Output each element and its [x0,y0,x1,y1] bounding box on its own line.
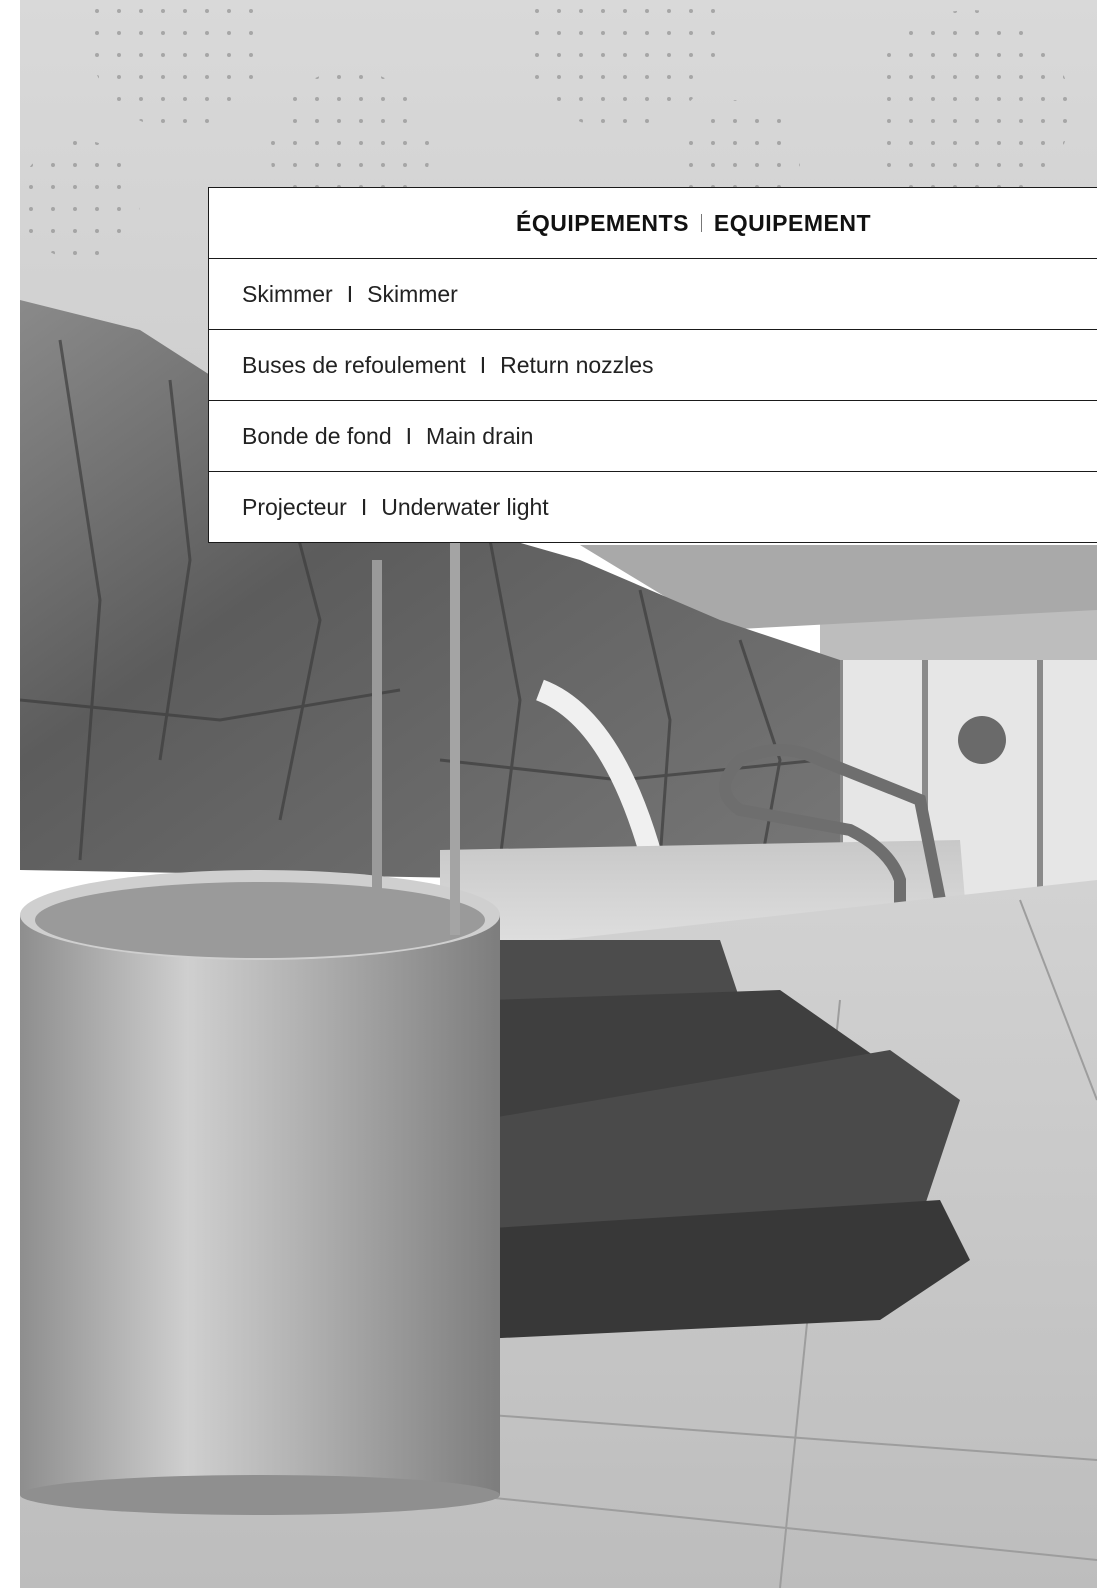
page: ÉQUIPEMENTS EQUIPEMENT Skimmer I Skimmer… [0,0,1097,1588]
item-separator: I [405,422,413,449]
header-separator [700,214,702,232]
item-separator: I [360,493,368,520]
item-label-fr: Skimmer [242,280,333,307]
item-label-en: Main drain [426,422,534,449]
equipment-row-underwater-light: Projecteur I Underwater light [209,472,1097,543]
item-separator: I [479,351,487,378]
item-separator: I [346,280,354,307]
item-label-en: Underwater light [381,493,549,520]
equipment-row-skimmer: Skimmer I Skimmer [209,259,1097,330]
item-label-en: Return nozzles [500,351,654,378]
item-label-fr: Buses de refoulement [242,351,466,378]
item-label-en: Skimmer [367,280,458,307]
item-label-fr: Bonde de fond [242,422,392,449]
item-label-fr: Projecteur [242,493,347,520]
equipment-table-header: ÉQUIPEMENTS EQUIPEMENT [209,188,1097,259]
header-title-en: EQUIPEMENT [713,209,871,236]
header-title-fr: ÉQUIPEMENTS [516,209,689,236]
equipment-row-main-drain: Bonde de fond I Main drain [209,401,1097,472]
equipment-row-return-nozzles: Buses de refoulement I Return nozzles [209,330,1097,401]
equipment-table: ÉQUIPEMENTS EQUIPEMENT Skimmer I Skimmer… [208,187,1097,543]
